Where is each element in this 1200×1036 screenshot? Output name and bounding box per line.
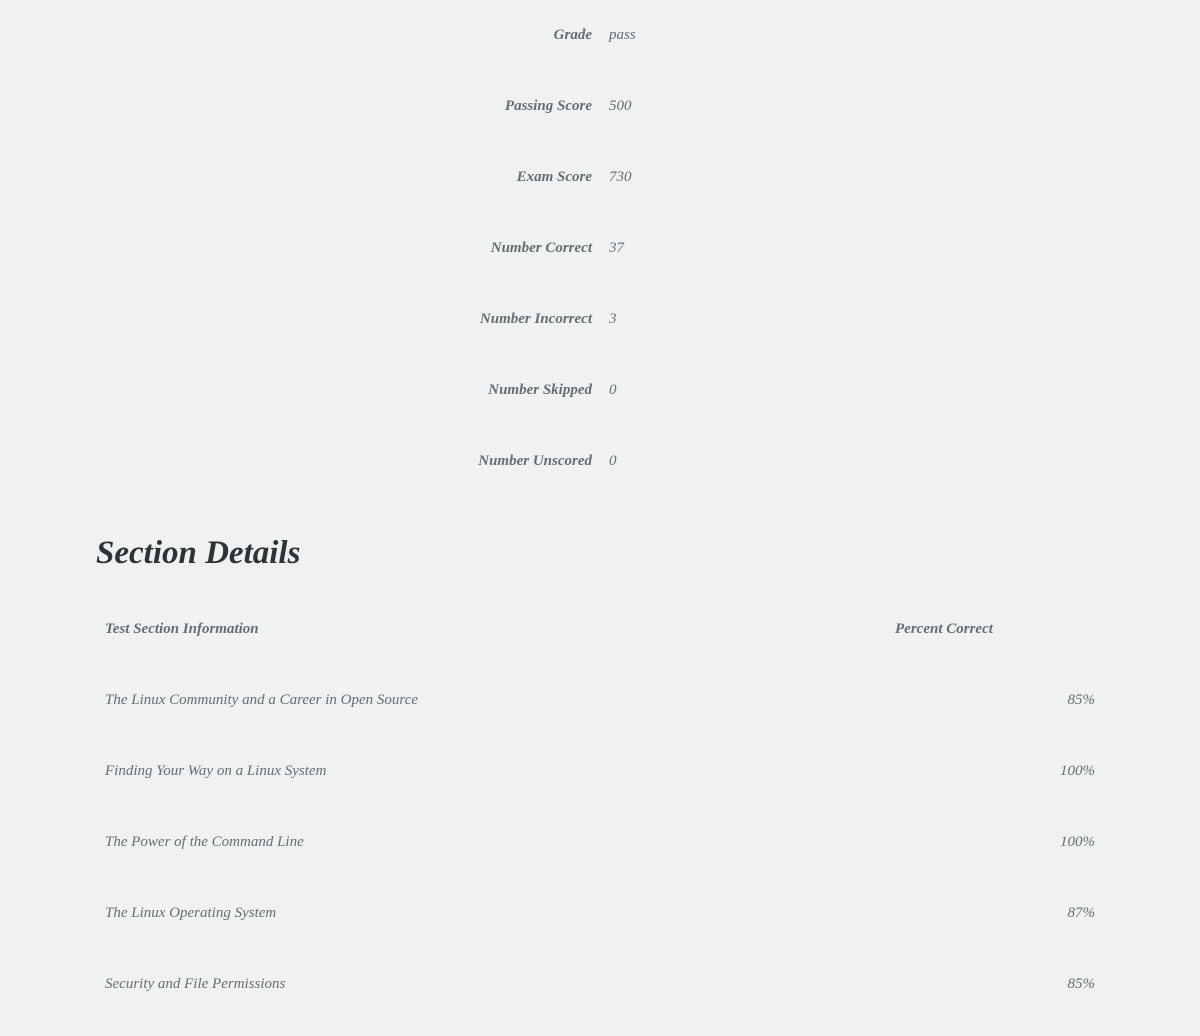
summary-value: 3 <box>592 311 617 328</box>
summary-label: Number Unscored <box>96 453 592 470</box>
details-header-percent: Percent Correct <box>895 621 1095 638</box>
summary-label: Passing Score <box>96 98 592 115</box>
summary-row-grade: Grade pass <box>96 16 1104 55</box>
summary-label: Exam Score <box>96 169 592 186</box>
summary-row-exam-score: Exam Score 730 <box>96 158 1104 197</box>
details-section-percent: 85% <box>1035 692 1095 709</box>
details-section-name: The Linux Community and a Career in Open… <box>105 692 1035 709</box>
summary-value: 0 <box>592 382 617 399</box>
details-section-percent: 85% <box>1035 976 1095 993</box>
details-section-percent: 87% <box>1035 905 1095 922</box>
details-section-percent: 100% <box>1035 834 1095 851</box>
summary-row-number-correct: Number Correct 37 <box>96 229 1104 268</box>
details-section-name: The Linux Operating System <box>105 905 1035 922</box>
details-header-section: Test Section Information <box>105 621 895 638</box>
summary-value: 0 <box>592 453 617 470</box>
summary-label: Grade <box>96 27 592 44</box>
summary-label: Number Correct <box>96 240 592 257</box>
details-row: The Linux Community and a Career in Open… <box>96 681 1104 720</box>
summary-row-number-skipped: Number Skipped 0 <box>96 371 1104 410</box>
section-details-heading: Section Details <box>96 535 1104 572</box>
details-row: The Power of the Command Line 100% <box>96 823 1104 862</box>
section-details-table: Test Section Information Percent Correct… <box>96 610 1104 1004</box>
summary-row-passing-score: Passing Score 500 <box>96 87 1104 126</box>
summary-row-number-incorrect: Number Incorrect 3 <box>96 300 1104 339</box>
summary-value: 730 <box>592 169 632 186</box>
details-row: Security and File Permissions 85% <box>96 965 1104 1004</box>
summary-value: 500 <box>592 98 632 115</box>
summary-label: Number Skipped <box>96 382 592 399</box>
details-section-name: The Power of the Command Line <box>105 834 1035 851</box>
summary-value: 37 <box>592 240 624 257</box>
summary-value: pass <box>592 27 636 44</box>
details-section-name: Finding Your Way on a Linux System <box>105 763 1035 780</box>
summary-row-number-unscored: Number Unscored 0 <box>96 442 1104 481</box>
details-row: Finding Your Way on a Linux System 100% <box>96 752 1104 791</box>
summary-table: Grade pass Passing Score 500 Exam Score … <box>96 16 1104 481</box>
details-section-name: Security and File Permissions <box>105 976 1035 993</box>
details-section-percent: 100% <box>1035 763 1095 780</box>
exam-results-container: Grade pass Passing Score 500 Exam Score … <box>0 16 1200 1004</box>
details-row: The Linux Operating System 87% <box>96 894 1104 933</box>
details-header-row: Test Section Information Percent Correct <box>96 610 1104 649</box>
summary-label: Number Incorrect <box>96 311 592 328</box>
